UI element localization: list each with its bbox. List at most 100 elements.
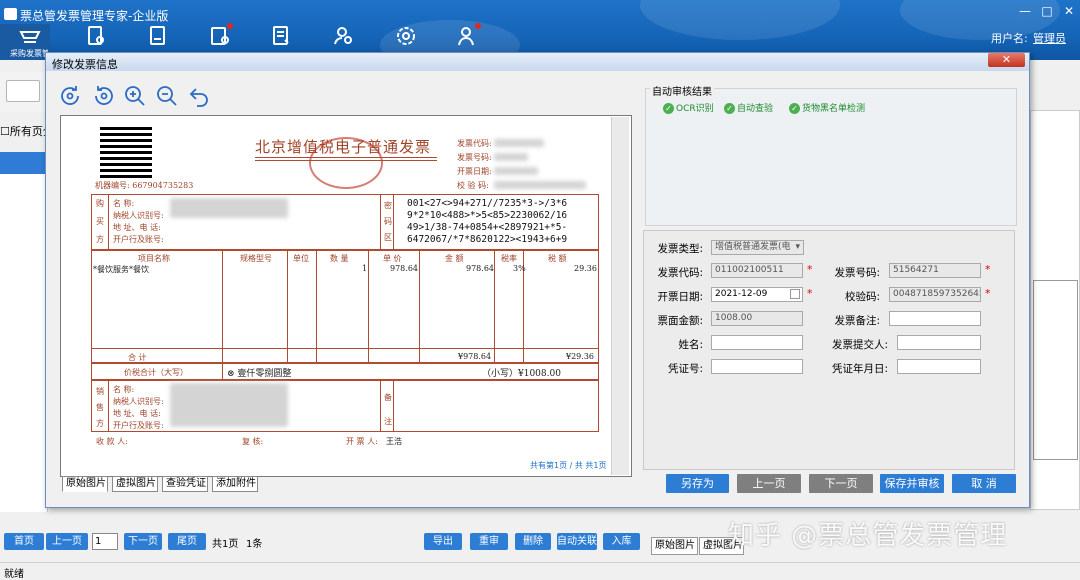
tax-total-small: （小写）¥1008.00 [482,369,561,379]
seller-tax-id-label: 纳税人识别号: [113,397,164,406]
invoice-image-scrollbar[interactable] [611,117,629,475]
close-button[interactable]: ✕ [1062,4,1076,18]
invoice-code-field[interactable]: 011002100511 [711,263,803,278]
required-mark: * [985,263,991,276]
delete-button[interactable]: 删除 [515,533,551,550]
invoice-date-field[interactable]: 2021-12-09 [711,287,803,302]
invoice-remark-field[interactable] [889,311,981,326]
title-underline-2 [255,160,437,161]
voucher-number-label: 凭证号: [667,363,703,375]
check-icon: ✓ [663,103,674,114]
required-mark: * [807,287,813,300]
check-auto-verify: ✓ 自动查验 [724,101,773,114]
user-add-icon[interactable] [456,23,482,50]
qr-code [100,126,152,178]
redacted-field [494,153,528,161]
maximize-button[interactable]: □ [1040,4,1054,18]
invoice-code-label: 发票代码: [657,267,703,279]
tab-original-image[interactable]: 原始图片 [651,537,698,555]
settings-icon[interactable] [394,24,420,50]
remark-label-1: 备 [384,393,392,402]
tab-original-image[interactable]: 原始图片 [62,476,108,492]
machine-number: 机器编号: 667904735283 [95,181,194,190]
rotate-left-icon[interactable] [92,84,116,108]
dialog-prev-button[interactable]: 上一页 [737,474,801,493]
auto-audit-title: 自动审核结果 [650,83,714,98]
export-button[interactable]: 导出 [424,533,462,550]
dialog-close-button[interactable]: ✕ [988,53,1025,67]
user-name-link[interactable]: 管理员 [1033,30,1066,46]
meta-code-label: 发票代码: [457,139,492,148]
item-qty: 1 [362,264,368,273]
tax-total-words: ⊗ 壹仟零捌圆整 [227,369,292,379]
invoice-number-label: 发票号码: [834,267,880,279]
check-ocr-label: OCR识别 [676,104,714,114]
required-mark: * [807,263,813,276]
item-rate: 3% [513,264,526,273]
divider [91,348,599,349]
check-blacklist-label: 货物黑名单检测 [802,104,866,114]
next-page-button[interactable]: 下一页 [124,533,162,550]
preview-document [1033,280,1078,460]
check-blacklist: ✓ 货物黑名单检测 [789,101,865,114]
cancel-button[interactable]: 取 消 [952,474,1016,493]
zoom-out-icon[interactable] [155,84,179,108]
name-field[interactable] [711,335,803,350]
total-amount: ¥978.64 [458,352,492,361]
divider [380,380,381,432]
prev-page-button[interactable]: 上一页 [46,533,88,550]
invoice-grid-header [0,152,48,174]
save-and-audit-button[interactable]: 保存并审核 [880,474,944,493]
invoice-type-label: 发票类型: [657,243,703,255]
invoice-date-value: 2021-12-09 [715,289,768,299]
import-button[interactable]: 入库 [603,533,640,550]
seller-side-1: 销 [96,387,104,396]
first-page-button[interactable]: 首页 [4,533,44,550]
invoice-amount-field[interactable]: 1008.00 [711,311,803,326]
drawer-name: 王浩 [386,437,402,446]
tab-verify-voucher[interactable]: 查验凭证 [162,476,208,492]
zoom-in-icon[interactable] [123,84,147,108]
redacted-field [170,198,288,218]
undo-icon[interactable] [187,84,211,108]
code-area-label-3: 区 [384,233,392,242]
voucher-date-field[interactable] [897,359,981,374]
verify-code-field[interactable]: 004871859735264593 [889,287,981,302]
voucher-number-field[interactable] [711,359,803,374]
total-tax: ¥29.36 [566,352,594,361]
col-unit: 单位 [293,254,309,263]
tab-add-attachment[interactable]: 添加附件 [212,476,258,492]
invoice-check-icon[interactable] [84,24,110,50]
redacted-field [170,383,288,427]
submitter-field[interactable] [897,335,981,350]
print-button[interactable] [6,80,40,102]
invoice-alert-icon[interactable] [208,23,234,50]
divider [494,250,495,363]
document-icon[interactable] [146,24,172,50]
minimize-button[interactable]: — [1018,4,1032,18]
invoice-grid [0,152,48,512]
calendar-icon[interactable] [790,289,800,299]
col-rate: 税率 [501,254,517,263]
item-amount: 978.64 [466,264,494,273]
auto-link-button[interactable]: 自动关联 [557,533,597,550]
item-count: 1条 [246,539,263,550]
page-number-input[interactable]: 1 [92,533,118,550]
dialog-next-button[interactable]: 下一页 [809,474,873,493]
rotate-right-icon[interactable] [58,84,82,108]
report-icon[interactable] [270,24,296,50]
save-as-button[interactable]: 另存为 [666,474,729,493]
user-search-icon[interactable] [332,24,358,50]
invoice-number-field[interactable]: 51564271 [889,263,981,278]
code-area-label-2: 码 [384,217,392,226]
meta-date-label: 开票日期: [457,167,492,176]
cipher-code-area: 001<27<>94+271//7235*3->/3*6 9*2*10<488>… [407,198,568,245]
last-page-button[interactable]: 尾页 [168,533,206,550]
divider [222,250,223,363]
status-bar [0,562,1080,579]
invoice-type-select[interactable]: 增值税普通发票(电 ▾ [711,240,804,255]
watermark: 知乎 @票总管发票管理 [728,521,1008,551]
col-tax: 税 额 [548,254,567,263]
recheck-button[interactable]: 重审 [470,533,508,550]
tab-virtual-image[interactable]: 虚拟图片 [112,476,158,492]
